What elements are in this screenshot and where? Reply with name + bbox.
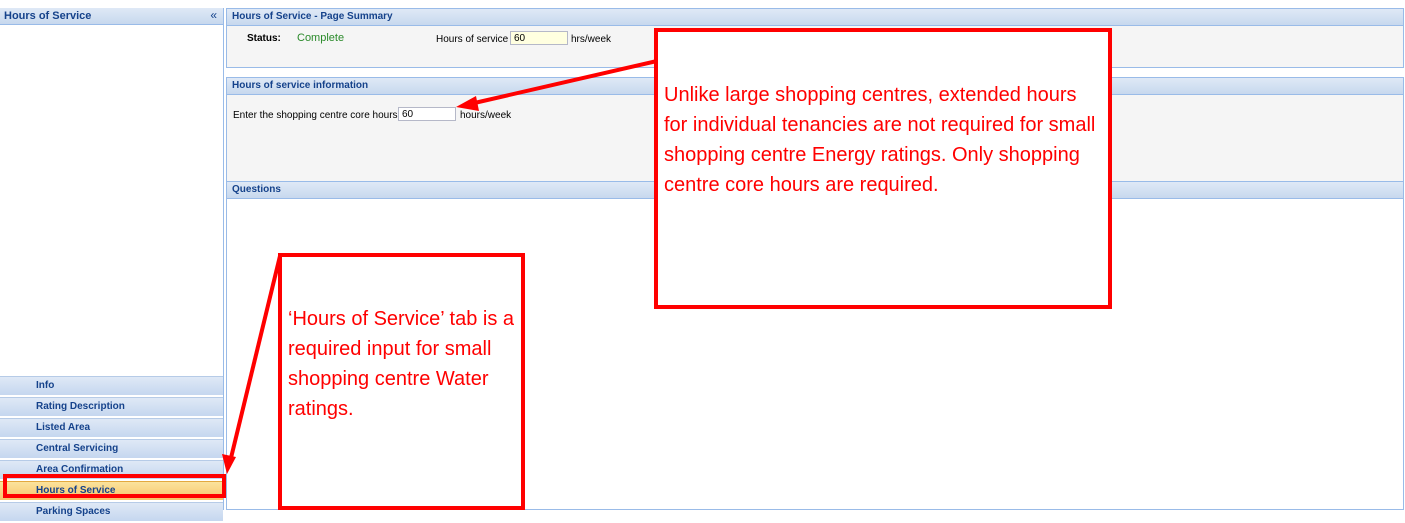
water-callout: ‘Hours of Service’ tab is a required inp… [278,253,525,510]
nav-item-rating-description[interactable]: Rating Description [0,397,223,416]
sidebar-header: Hours of Service « [0,8,223,25]
collapse-icon[interactable]: « [210,8,217,22]
nav-item-parking-spaces[interactable]: Parking Spaces [0,502,223,521]
energy-callout: Unlike large shopping centres, extended … [654,28,1112,309]
hours-of-service-field[interactable]: 60 [510,31,568,45]
status-value: Complete [297,32,345,44]
core-hours-input[interactable]: 60 [398,107,456,121]
core-hours-unit: hours/week [460,110,512,121]
hours-of-service-unit: hrs/week [571,34,612,45]
top-strip [0,0,1405,8]
sidebar-nav: Info Rating Description Listed Area Cent… [0,376,223,523]
nav-item-listed-area[interactable]: Listed Area [0,418,223,437]
nav-item-central-servicing[interactable]: Central Servicing [0,439,223,458]
nav-item-info[interactable]: Info [0,376,223,395]
page-summary-title: Hours of Service - Page Summary [227,9,1403,26]
core-hours-label: Enter the shopping centre core hours [233,110,398,121]
sidebar-title: Hours of Service [4,10,92,22]
hours-of-service-highlight [3,474,226,498]
hours-of-service-label: Hours of service [436,34,509,45]
sidebar: Hours of Service « Info Rating Descripti… [0,8,224,521]
status-label: Status: [247,33,281,44]
